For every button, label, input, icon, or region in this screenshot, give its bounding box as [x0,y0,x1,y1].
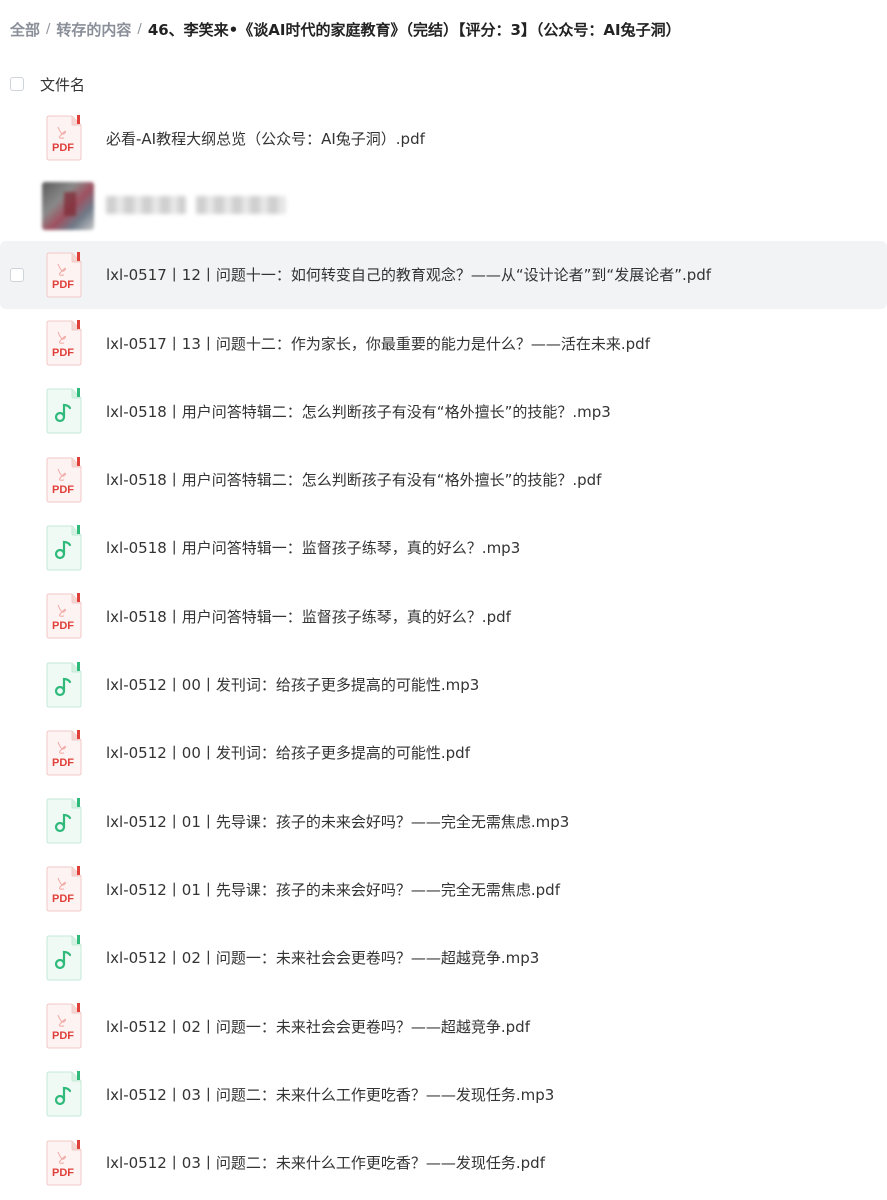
pdf-icon: PDF [46,866,82,912]
svg-text:PDF: PDF [52,279,74,291]
file-row[interactable]: PDF lxl-0512丨02丨问题一：未来社会会更卷吗？——超越竞争.pdf [0,992,887,1060]
file-row[interactable]: PDF lxl-0517丨13丨问题十二：作为家长，你最重要的能力是什么？——活在… [0,309,887,377]
svg-text:PDF: PDF [52,347,74,359]
breadcrumb-current-folder: 46、李笑来•《谈AI时代的家庭教育》（完结）【评分：3】（公众号：AI兔子洞） [147,21,681,39]
breadcrumb-separator: / [137,22,142,37]
file-name[interactable]: 必看-AI教程大纲总览（公众号：AI兔子洞）.pdf [106,104,425,172]
file-row[interactable]: PDF lxl-0518丨用户问答特辑一：监督孩子练琴，真的好么？.pdf [0,582,887,650]
svg-text:PDF: PDF [52,1167,74,1179]
pdf-icon: PDF [46,729,82,776]
pdf-icon: PDF [46,1139,82,1186]
svg-text:PDF: PDF [52,1030,74,1042]
pdf-icon: PDF [46,1003,82,1049]
image-thumbnail [42,182,94,231]
file-row[interactable]: PDF lxl-0512丨03丨问题二：未来什么工作更吃香？——发现任务.pdf [0,1128,887,1196]
file-name[interactable]: lxl-0518丨用户问答特辑二：怎么判断孩子有没有“格外擅长”的技能？.mp3 [106,377,611,445]
breadcrumb-root-link[interactable]: 全部 [10,16,40,44]
file-name[interactable]: lxl-0517丨13丨问题十二：作为家长，你最重要的能力是什么？——活在未来.… [106,309,650,377]
file-name[interactable]: lxl-0512丨02丨问题一：未来社会会更卷吗？——超越竞争.pdf [106,992,530,1060]
file-name[interactable]: lxl-0512丨03丨问题二：未来什么工作更吃香？——发现任务.mp3 [106,1060,554,1128]
file-row[interactable] [0,172,887,240]
file-row[interactable]: PDF lxl-0512丨01丨先导课：孩子的未来会好吗？——完全无需焦虑.pdf [0,855,887,923]
file-row[interactable]: PDF lxl-0517丨12丨问题十一：如何转变自己的教育观念？——从“设计论者… [0,240,887,309]
row-checkbox[interactable] [10,267,24,282]
audio-icon [46,524,82,571]
file-list: PDF 必看-AI教程大纲总览（公众号：AI兔子洞）.pdf PDF lxl-0517… [0,104,887,1197]
svg-text:PDF: PDF [52,484,74,496]
file-name[interactable]: lxl-0518丨用户问答特辑一：监督孩子练琴，真的好么？.mp3 [106,514,520,582]
svg-text:PDF: PDF [52,893,74,905]
file-name[interactable]: lxl-0517丨12丨问题十一：如何转变自己的教育观念？——从“设计论者”到“… [106,241,711,309]
file-name[interactable]: lxl-0512丨03丨问题二：未来什么工作更吃香？——发现任务.pdf [106,1128,545,1196]
file-row[interactable]: lxl-0512丨02丨问题一：未来社会会更卷吗？——超越竞争.mp3 [0,924,887,992]
file-name[interactable]: lxl-0512丨00丨发刊词：给孩子更多提高的可能性.mp3 [106,650,479,718]
file-name[interactable]: lxl-0512丨01丨先导课：孩子的未来会好吗？——完全无需焦虑.mp3 [106,787,569,855]
audio-icon [46,388,82,434]
file-name[interactable]: lxl-0512丨00丨发刊词：给孩子更多提高的可能性.pdf [106,719,470,787]
pdf-icon: PDF [46,251,82,298]
file-row[interactable]: lxl-0512丨00丨发刊词：给孩子更多提高的可能性.mp3 [0,650,887,718]
audio-icon [46,1071,82,1117]
breadcrumb-parent-link[interactable]: 转存的内容 [56,16,131,44]
breadcrumb: 全部 / 转存的内容 / 46、李笑来•《谈AI时代的家庭教育》（完结）【评分：… [10,16,681,44]
file-row[interactable]: PDF lxl-0518丨用户问答特辑二：怎么判断孩子有没有“格外擅长”的技能？.… [0,445,887,513]
file-name[interactable]: lxl-0518丨用户问答特辑一：监督孩子练琴，真的好么？.pdf [106,582,511,650]
audio-icon [46,934,82,981]
select-all-checkbox[interactable] [10,77,24,91]
breadcrumb-separator: / [46,22,51,37]
pdf-icon: PDF [46,593,82,639]
audio-icon [46,798,82,844]
file-row[interactable]: PDF 必看-AI教程大纲总览（公众号：AI兔子洞）.pdf [0,104,887,172]
file-row[interactable]: lxl-0518丨用户问答特辑一：监督孩子练琴，真的好么？.mp3 [0,514,887,582]
file-name[interactable]: lxl-0512丨02丨问题一：未来社会会更卷吗？——超越竞争.mp3 [106,924,539,992]
file-row[interactable]: lxl-0512丨03丨问题二：未来什么工作更吃香？——发现任务.mp3 [0,1060,887,1128]
file-row[interactable]: PDF lxl-0512丨00丨发刊词：给孩子更多提高的可能性.pdf [0,719,887,787]
file-row[interactable]: lxl-0518丨用户问答特辑二：怎么判断孩子有没有“格外擅长”的技能？.mp3 [0,377,887,445]
pdf-icon: PDF [46,456,82,503]
filename-column-header[interactable]: 文件名 [40,74,85,95]
blurred-file-name [106,196,286,216]
pdf-icon: PDF [46,115,82,161]
svg-text:PDF: PDF [52,620,74,632]
file-list-header: 文件名 [0,66,887,102]
audio-icon [46,661,82,708]
file-row[interactable]: lxl-0512丨01丨先导课：孩子的未来会好吗？——完全无需焦虑.mp3 [0,787,887,855]
svg-text:PDF: PDF [52,757,74,769]
file-name[interactable]: lxl-0512丨01丨先导课：孩子的未来会好吗？——完全无需焦虑.pdf [106,855,560,923]
svg-text:PDF: PDF [52,142,74,154]
pdf-icon: PDF [46,320,82,366]
file-name[interactable]: lxl-0518丨用户问答特辑二：怎么判断孩子有没有“格外擅长”的技能？.pdf [106,445,601,513]
